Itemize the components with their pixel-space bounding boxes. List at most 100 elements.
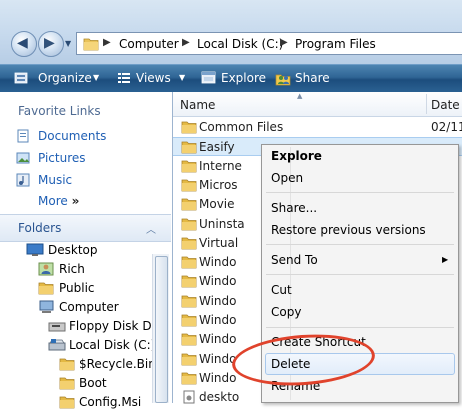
menu-item-cut[interactable]: Cut [271, 283, 292, 297]
pictures-icon [16, 152, 30, 164]
forward-button[interactable]: ▶ [38, 31, 64, 57]
more-label: More [38, 194, 68, 208]
file-name: Easify [199, 140, 235, 155]
menu-item-restore-previous-versions[interactable]: Restore previous versions [271, 223, 426, 237]
folder-icon [181, 256, 197, 269]
collapse-chevron-icon[interactable]: ︿ [146, 221, 156, 236]
folder-icon [181, 295, 197, 308]
file-row[interactable]: Common Files 02/11/ [173, 118, 462, 137]
column-header-row: Name ▲ Date m [173, 92, 462, 117]
folder-icon [181, 372, 197, 385]
tree-item-recycle-bin[interactable]: $Recycle.Bin [79, 357, 156, 371]
tree-item-boot[interactable]: Boot [79, 376, 107, 390]
tree-item-local-disk[interactable]: Local Disk (C:) [69, 338, 155, 352]
folders-label: Folders [18, 221, 62, 235]
tree-item-config-msi[interactable]: Config.Msi [79, 395, 141, 409]
folder-icon [181, 314, 197, 327]
more-chevron-icon: » [71, 194, 80, 208]
settings-file-icon [183, 390, 195, 404]
menu-separator [266, 327, 454, 328]
file-name: Common Files [199, 120, 284, 134]
computer-icon [39, 300, 54, 313]
scrollbar-thumb[interactable] [155, 256, 168, 403]
sort-ascending-icon: ▲ [297, 92, 303, 100]
breadcrumb-computer[interactable]: Computer [119, 37, 179, 51]
organize-dropdown-icon[interactable]: ▼ [93, 73, 99, 82]
folder-icon [59, 377, 75, 390]
file-name: Windo [199, 293, 237, 308]
more-links-button[interactable]: More » [38, 194, 79, 208]
menu-item-explore[interactable]: Explore [271, 149, 322, 163]
favorite-link-music[interactable]: Music [38, 173, 72, 187]
explore-icon [201, 71, 216, 84]
folder-icon [181, 218, 197, 230]
floppy-drive-icon [48, 322, 66, 332]
address-bar[interactable]: ▶ Computer ▶ Local Disk (C:) ▶ Program F… [76, 32, 462, 55]
folder-icon [59, 358, 75, 371]
organize-button[interactable]: Organize [38, 71, 92, 85]
views-button[interactable]: Views [136, 71, 171, 85]
folder-icon [181, 237, 197, 250]
file-name: Windo [199, 255, 237, 270]
file-name: Virtual [199, 235, 239, 250]
menu-item-share[interactable]: Share... [271, 201, 317, 215]
navigation-pane: Favorite Links Documents Pictures Music … [0, 92, 173, 409]
back-arrow-icon: ◀ [17, 35, 28, 51]
hard-drive-icon [48, 339, 66, 351]
file-name: Micros [199, 177, 238, 192]
tree-item-public[interactable]: Public [59, 281, 95, 295]
favorite-link-documents[interactable]: Documents [38, 129, 106, 143]
column-header-date[interactable]: Date m [431, 98, 462, 112]
menu-item-copy[interactable]: Copy [271, 305, 301, 319]
organize-icon [14, 72, 28, 84]
views-dropdown-icon[interactable]: ▼ [179, 73, 185, 82]
file-name: Movie [199, 197, 235, 212]
folder-icon [181, 333, 197, 346]
file-name: Interne [199, 158, 242, 173]
breadcrumb-local-disk[interactable]: Local Disk (C:) [197, 37, 283, 51]
menu-item-send-to[interactable]: Send To [271, 253, 318, 267]
explore-button[interactable]: Explore [221, 71, 266, 85]
folder-icon [181, 160, 197, 172]
folder-icon [181, 198, 197, 211]
breadcrumb-separator-icon[interactable]: ▶ [280, 37, 288, 48]
tree-item-computer[interactable]: Computer [59, 300, 119, 314]
menu-separator [266, 274, 454, 275]
folders-header[interactable]: Folders ︿ [0, 214, 171, 242]
favorite-link-pictures[interactable]: Pictures [38, 151, 86, 165]
file-name: Windo [199, 274, 237, 289]
favorite-links-title: Favorite Links [18, 104, 101, 118]
views-icon [118, 73, 130, 83]
tree-item-desktop[interactable]: Desktop [48, 243, 98, 257]
breadcrumb-separator-icon[interactable]: ▶ [182, 37, 190, 48]
music-icon [16, 173, 30, 187]
folder-icon [181, 121, 197, 134]
folder-icon [181, 275, 197, 288]
desktop-icon [26, 243, 44, 256]
back-button[interactable]: ◀ [11, 31, 37, 57]
breadcrumb-separator-icon[interactable]: ▶ [103, 37, 111, 48]
breadcrumb-program-files[interactable]: Program Files [295, 37, 376, 51]
file-name: deskto [199, 390, 240, 405]
forward-arrow-icon: ▶ [44, 35, 55, 51]
folder-icon [181, 353, 197, 365]
folder-icon [38, 282, 54, 295]
tree-item-rich[interactable]: Rich [59, 262, 85, 276]
user-folder-icon [38, 262, 54, 276]
menu-item-open[interactable]: Open [271, 171, 303, 185]
file-name: Windo [199, 332, 237, 347]
column-divider[interactable] [426, 94, 427, 114]
folder-icon [181, 179, 197, 192]
file-name: Uninsta [199, 216, 245, 231]
folder-tree-scrollbar[interactable] [152, 254, 169, 403]
menu-separator [266, 244, 454, 245]
title-chrome: ◀ ▶ ▼ ▶ Computer ▶ Local Disk (C:) ▶ Pro… [0, 0, 462, 64]
share-button[interactable]: Share [295, 71, 330, 85]
menu-separator [266, 192, 454, 193]
recent-pages-dropdown-icon[interactable]: ▼ [65, 39, 71, 48]
file-name: Windo [199, 313, 237, 327]
column-header-name[interactable]: Name [180, 98, 215, 112]
share-icon [275, 74, 291, 86]
command-toolbar: Organize ▼ Views ▼ Explore Share [0, 64, 462, 92]
folder-icon [83, 38, 99, 51]
